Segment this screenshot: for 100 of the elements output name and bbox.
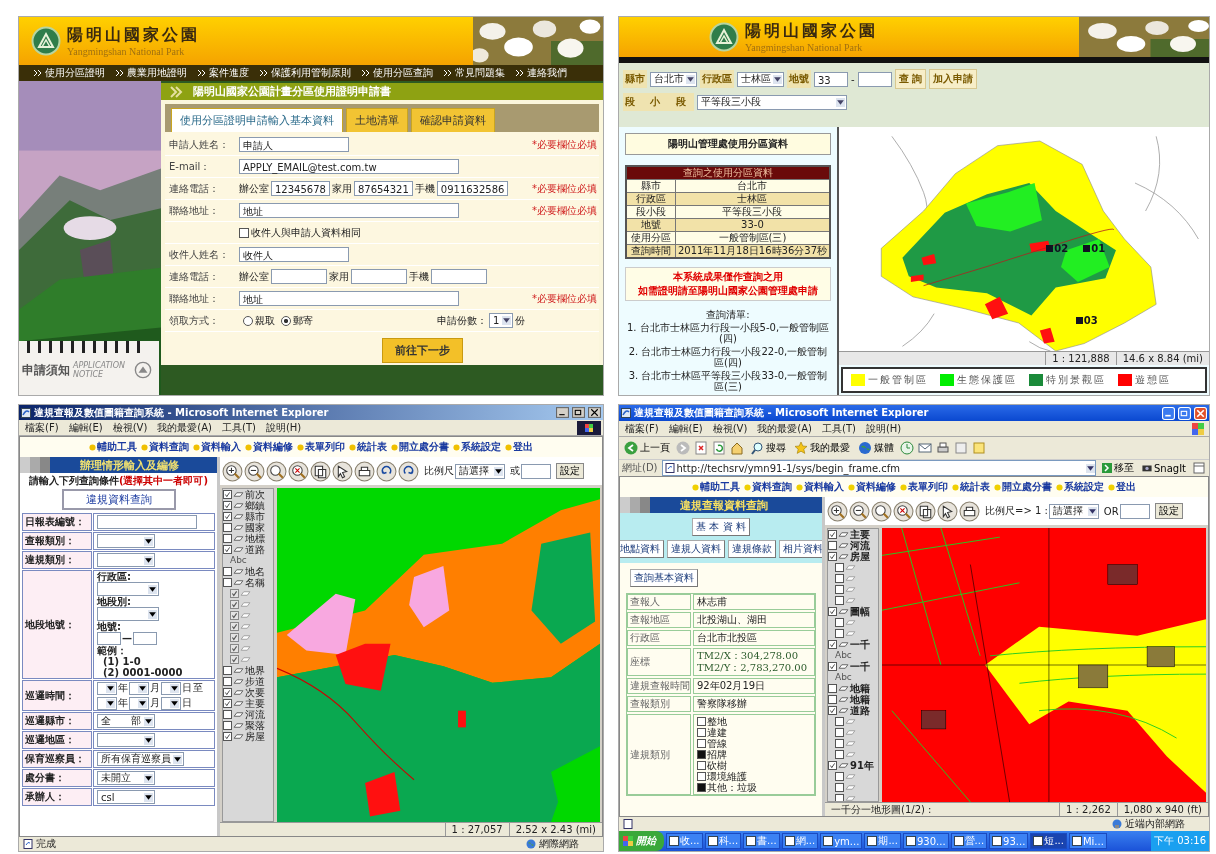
text-field[interactable] xyxy=(271,269,327,284)
stop-icon[interactable] xyxy=(694,441,708,455)
checkbox[interactable] xyxy=(835,596,844,605)
query-button[interactable]: 加入申請 xyxy=(929,69,978,89)
zoom-out-icon[interactable] xyxy=(244,460,265,482)
checkbox[interactable] xyxy=(835,585,844,594)
favorites-button[interactable]: 我的最愛 xyxy=(792,441,852,455)
checkbox[interactable] xyxy=(828,607,837,616)
menu-item[interactable]: 檢視(V) xyxy=(712,421,748,436)
tab-button[interactable]: 相片資料 xyxy=(778,540,822,558)
checkbox[interactable] xyxy=(835,728,844,737)
radio-button[interactable] xyxy=(243,315,253,326)
dropdown[interactable] xyxy=(129,696,149,710)
text-field[interactable] xyxy=(857,71,892,87)
checkbox[interactable] xyxy=(828,552,837,561)
checkbox[interactable] xyxy=(697,772,706,781)
taskbar-item[interactable]: 網... xyxy=(781,833,819,849)
restore-icon[interactable] xyxy=(572,407,585,418)
nav-link[interactable]: 輔助工具 xyxy=(692,480,740,494)
checkbox[interactable] xyxy=(835,783,844,792)
text-field[interactable]: 12345678 xyxy=(271,181,330,196)
printer-icon[interactable] xyxy=(354,460,375,482)
checkbox[interactable] xyxy=(835,574,844,583)
zoom-in-icon[interactable] xyxy=(222,460,243,482)
nav-link[interactable]: 資料查詢 xyxy=(141,440,189,454)
nav-link[interactable]: 開立處分書 xyxy=(391,440,449,454)
taskbar-item[interactable]: 期... xyxy=(864,833,901,849)
dropdown[interactable] xyxy=(129,681,149,695)
dropdown[interactable]: 所有保育巡察員 xyxy=(97,752,184,766)
checkbox[interactable] xyxy=(835,772,844,781)
url-field[interactable]: http://techsrv/ymn91-1/sys/begin_frame.cfm xyxy=(661,460,1096,476)
nav-link[interactable]: 輔助工具 xyxy=(89,440,137,454)
text-field[interactable] xyxy=(1119,503,1150,519)
checkbox[interactable] xyxy=(223,721,232,730)
radio-button[interactable] xyxy=(281,315,291,326)
search-button[interactable]: 搜尋 xyxy=(748,441,788,455)
nav-link[interactable]: 統計表 xyxy=(349,440,387,454)
tab-button[interactable]: 違規條款 xyxy=(727,540,776,558)
redo-icon[interactable] xyxy=(398,460,419,482)
nav-link[interactable]: 資料輸入 xyxy=(193,440,241,454)
nav-link[interactable]: 資料編修 xyxy=(245,440,293,454)
copy-icon[interactable] xyxy=(310,460,331,482)
checkbox[interactable] xyxy=(835,739,844,748)
zoom-out-icon[interactable] xyxy=(849,500,870,522)
query-button[interactable]: 查 詢 xyxy=(894,69,927,89)
text-field[interactable]: 地址 xyxy=(239,203,459,218)
next-step-button[interactable]: 前往下一步 xyxy=(381,338,463,363)
media-button[interactable]: 媒體 xyxy=(856,441,896,455)
text-field[interactable] xyxy=(97,515,197,529)
menu-item[interactable]: 檔案(F) xyxy=(25,420,59,435)
mail-icon[interactable] xyxy=(918,441,932,455)
zoom-clear-icon[interactable] xyxy=(893,500,914,522)
query-button[interactable]: 查詢基本資料 xyxy=(630,569,698,587)
dropdown[interactable] xyxy=(161,696,181,710)
taskbar-item[interactable]: Mi... xyxy=(1068,833,1107,849)
nav-link[interactable]: 系統設定 xyxy=(453,440,501,454)
nav-link[interactable]: 連絡我們 xyxy=(515,66,567,80)
checkbox[interactable] xyxy=(697,761,706,770)
tab[interactable]: 使用分區證明申請輸入基本資料 xyxy=(171,108,343,132)
set-button[interactable]: 設定 xyxy=(1154,503,1183,519)
dropdown[interactable]: csl xyxy=(97,790,155,804)
text-field[interactable] xyxy=(351,269,407,284)
checkbox[interactable] xyxy=(223,578,232,587)
checkbox[interactable] xyxy=(828,695,837,704)
pointer-icon[interactable] xyxy=(332,460,353,482)
checkbox[interactable] xyxy=(835,794,844,801)
menu-item[interactable]: 說明(H) xyxy=(265,420,302,435)
checkbox[interactable] xyxy=(835,618,844,627)
text-field[interactable]: 87654321 xyxy=(353,181,413,196)
text-field[interactable]: 33 xyxy=(814,71,848,87)
checkbox[interactable] xyxy=(828,530,837,539)
dropdown[interactable]: 平等段三小段 xyxy=(696,94,847,110)
text-field[interactable] xyxy=(431,269,487,284)
dropdown[interactable]: 未開立 xyxy=(97,771,155,785)
tab[interactable]: 土地清單 xyxy=(346,108,408,132)
checkbox[interactable] xyxy=(835,563,844,572)
nav-link[interactable]: 統計表 xyxy=(952,480,990,494)
dropdown[interactable]: 全 部 xyxy=(97,714,155,728)
checkbox[interactable] xyxy=(697,739,706,748)
checkbox[interactable] xyxy=(223,501,232,510)
nav-link[interactable]: 登出 xyxy=(1108,480,1136,494)
checkbox[interactable] xyxy=(223,732,232,741)
basic-data-button[interactable]: 基 本 資 料 xyxy=(692,518,750,536)
checkbox[interactable] xyxy=(223,567,232,576)
menu-item[interactable]: 工具(T) xyxy=(222,420,256,435)
nav-link[interactable]: 登出 xyxy=(505,440,533,454)
nav-link[interactable]: 常見問題集 xyxy=(443,66,505,80)
taskbar-item[interactable]: 930... xyxy=(902,833,949,849)
back-button[interactable]: 上一頁 xyxy=(622,441,672,455)
checkbox[interactable] xyxy=(697,750,706,759)
checkbox[interactable] xyxy=(835,750,844,759)
taskbar-item[interactable]: 營... xyxy=(950,833,988,849)
checkbox[interactable] xyxy=(223,677,232,686)
checkbox[interactable] xyxy=(828,541,837,550)
undo-icon[interactable] xyxy=(376,460,397,482)
checkbox[interactable] xyxy=(223,534,232,543)
dropdown[interactable]: 請選擇 xyxy=(455,463,505,479)
text-field[interactable]: 收件人 xyxy=(239,247,349,262)
dropdown[interactable] xyxy=(97,696,117,710)
checkbox[interactable] xyxy=(223,699,232,708)
